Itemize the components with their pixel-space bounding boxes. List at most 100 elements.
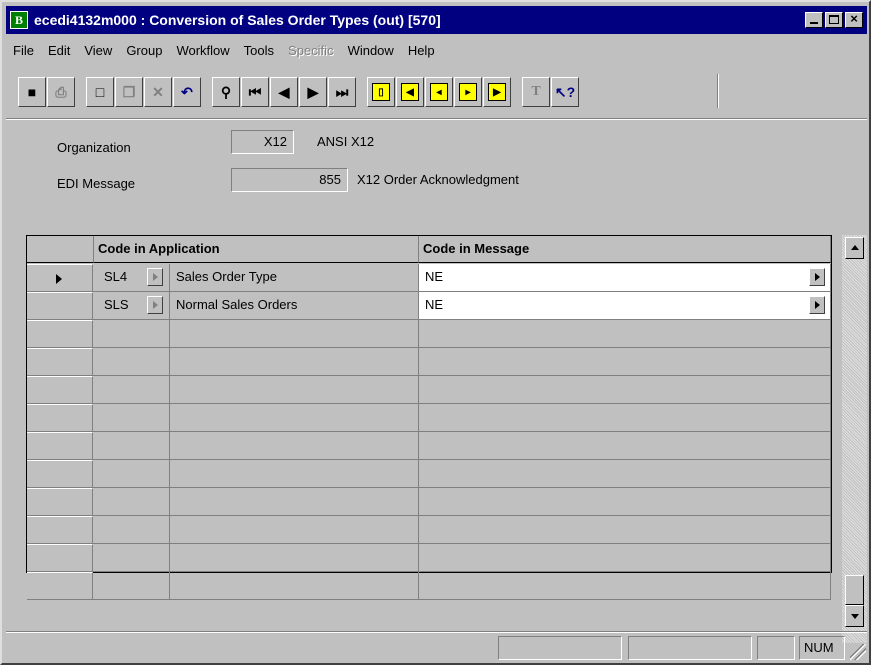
- menu-workflow[interactable]: Workflow: [169, 43, 236, 58]
- row-selector-header: [27, 236, 94, 263]
- zoom-icon: [815, 301, 820, 309]
- menu-specific: Specific: [288, 42, 334, 58]
- menu-bar: File Edit View Group Workflow Tools Spec…: [6, 38, 867, 62]
- empty-table-row[interactable]: [27, 516, 831, 544]
- find-icon[interactable]: ⚲: [212, 77, 240, 107]
- row-selector[interactable]: [27, 320, 93, 347]
- empty-table-row[interactable]: [27, 404, 831, 432]
- empty-cell: [170, 516, 419, 543]
- menu-tools[interactable]: Tools: [237, 43, 281, 58]
- empty-cell: [170, 404, 419, 431]
- empty-table-row[interactable]: [27, 432, 831, 460]
- previous-record-icon[interactable]: ◀: [270, 77, 298, 107]
- header-code-in-message[interactable]: Code in Message: [419, 236, 831, 263]
- empty-cell: [419, 376, 831, 403]
- maximize-button[interactable]: [825, 12, 843, 28]
- header-code-in-application[interactable]: Code in Application: [94, 236, 419, 263]
- menu-group[interactable]: Group: [119, 43, 169, 58]
- undo-icon[interactable]: ↶: [173, 77, 201, 107]
- row-selector[interactable]: [27, 544, 93, 571]
- next-record-icon[interactable]: ▶: [299, 77, 327, 107]
- table-row[interactable]: SL4 Sales Order Type NE: [27, 264, 831, 292]
- title-bar[interactable]: B ecedi4132m000 : Conversion of Sales Or…: [6, 6, 867, 34]
- empty-cell: [94, 432, 170, 459]
- empty-table-row[interactable]: [27, 348, 831, 376]
- empty-cell: [170, 460, 419, 487]
- row-selector[interactable]: [27, 404, 93, 431]
- zoom-icon: [153, 301, 158, 309]
- last-group-icon[interactable]: ▸: [454, 77, 482, 107]
- menu-file[interactable]: File: [6, 43, 41, 58]
- previous-group-icon[interactable]: ◀: [396, 77, 424, 107]
- empty-cell: [419, 348, 831, 375]
- empty-cell: [170, 488, 419, 515]
- row-selector[interactable]: [27, 348, 93, 375]
- toolbar: ■ ⎙ □ ❐ ✕ ↶ ⚲ ⏮ ◀ ▶ ⏭ ▯ ◀ ◂ ▸ ▶ T ↖?: [18, 74, 580, 110]
- scroll-thumb[interactable]: [845, 575, 864, 605]
- message-code-zoom-button[interactable]: [809, 296, 825, 314]
- end-group-icon[interactable]: ▶: [483, 77, 511, 107]
- toolbar-divider: [6, 118, 867, 120]
- empty-table-row[interactable]: [27, 376, 831, 404]
- empty-cell: [94, 376, 170, 403]
- edi-message-label: EDI Message: [57, 176, 136, 191]
- minimize-icon: [810, 22, 818, 24]
- empty-table-row[interactable]: [27, 572, 831, 600]
- help-pointer-icon[interactable]: ↖?: [551, 77, 579, 107]
- status-pane-3: [757, 636, 795, 660]
- message-code-zoom-button[interactable]: [809, 268, 825, 286]
- message-code-field[interactable]: NE: [419, 292, 831, 319]
- first-group-icon[interactable]: ▯: [367, 77, 395, 107]
- row-selector[interactable]: [27, 432, 93, 459]
- first-record-icon[interactable]: ⏮: [241, 77, 269, 107]
- empty-table-row[interactable]: [27, 460, 831, 488]
- close-button[interactable]: ×: [845, 11, 863, 28]
- zoom-button[interactable]: [147, 268, 163, 286]
- maximize-icon: [829, 15, 839, 24]
- empty-table-row[interactable]: [27, 544, 831, 572]
- row-selector[interactable]: [27, 516, 93, 543]
- scroll-up-button[interactable]: [845, 237, 864, 259]
- toolbar-separator: [717, 74, 719, 108]
- empty-table-row[interactable]: [27, 488, 831, 516]
- vertical-scrollbar[interactable]: [842, 235, 867, 643]
- organization-description: ANSI X12: [317, 134, 375, 149]
- menu-help[interactable]: Help: [401, 43, 442, 58]
- scroll-down-button[interactable]: [845, 605, 864, 627]
- message-code-field[interactable]: NE: [419, 264, 831, 291]
- organization-label: Organization: [57, 140, 131, 155]
- empty-cell: [94, 544, 170, 571]
- application-description-cell: Normal Sales Orders: [170, 292, 419, 319]
- new-icon[interactable]: □: [86, 77, 114, 107]
- row-selector[interactable]: [27, 572, 93, 599]
- last-record-icon[interactable]: ⏭: [328, 77, 356, 107]
- table-row[interactable]: SLS Normal Sales Orders NE: [27, 292, 831, 320]
- zoom-button[interactable]: [147, 296, 163, 314]
- menu-window[interactable]: Window: [341, 43, 401, 58]
- row-selector[interactable]: [27, 460, 93, 487]
- resize-grip-icon[interactable]: [850, 644, 866, 660]
- menu-edit[interactable]: Edit: [41, 43, 77, 58]
- row-selector[interactable]: [27, 488, 93, 515]
- save-icon[interactable]: ■: [18, 77, 46, 107]
- empty-cell: [419, 544, 831, 571]
- empty-cell: [94, 572, 170, 599]
- empty-table-row[interactable]: [27, 320, 831, 348]
- app-icon[interactable]: B: [10, 11, 28, 29]
- minimize-button[interactable]: [805, 12, 823, 28]
- next-group-icon[interactable]: ◂: [425, 77, 453, 107]
- empty-cell: [419, 432, 831, 459]
- close-icon: ×: [850, 11, 858, 26]
- copy-icon: ❐: [115, 77, 143, 107]
- edi-message-description: X12 Order Acknowledgment: [357, 172, 519, 187]
- num-lock-indicator: NUM: [799, 636, 845, 660]
- empty-cell: [170, 376, 419, 403]
- menu-view[interactable]: View: [77, 43, 119, 58]
- row-selector[interactable]: [27, 264, 93, 291]
- empty-cell: [94, 516, 170, 543]
- row-selector[interactable]: [27, 376, 93, 403]
- organization-field: X12: [231, 130, 294, 154]
- row-selector[interactable]: [27, 292, 93, 319]
- arrow-down-icon: [851, 614, 859, 619]
- empty-cell: [170, 572, 419, 599]
